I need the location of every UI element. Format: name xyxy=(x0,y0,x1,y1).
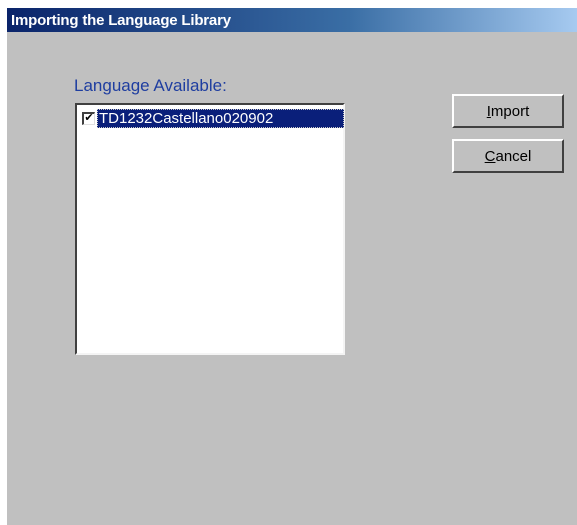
title-bar[interactable]: Importing the Language Library xyxy=(7,8,577,32)
cancel-accelerator: C xyxy=(484,147,496,165)
import-language-dialog: Importing the Language Library Language … xyxy=(7,8,577,525)
import-button[interactable]: Import xyxy=(452,94,564,128)
language-checkbox[interactable]: ✔ xyxy=(82,111,95,125)
cancel-button[interactable]: Cancel xyxy=(452,139,564,173)
import-button-label: mport xyxy=(490,102,530,120)
language-listbox[interactable]: ✔ TD1232Castellano020902 xyxy=(75,103,345,355)
language-item-label: TD1232Castellano020902 xyxy=(97,108,344,128)
list-item[interactable]: ✔ TD1232Castellano020902 xyxy=(80,108,344,128)
cancel-button-label: ancel xyxy=(495,147,532,165)
window-title: Importing the Language Library xyxy=(11,11,231,29)
checkmark-icon: ✔ xyxy=(84,112,94,124)
language-available-label: Language Available: xyxy=(74,76,227,95)
